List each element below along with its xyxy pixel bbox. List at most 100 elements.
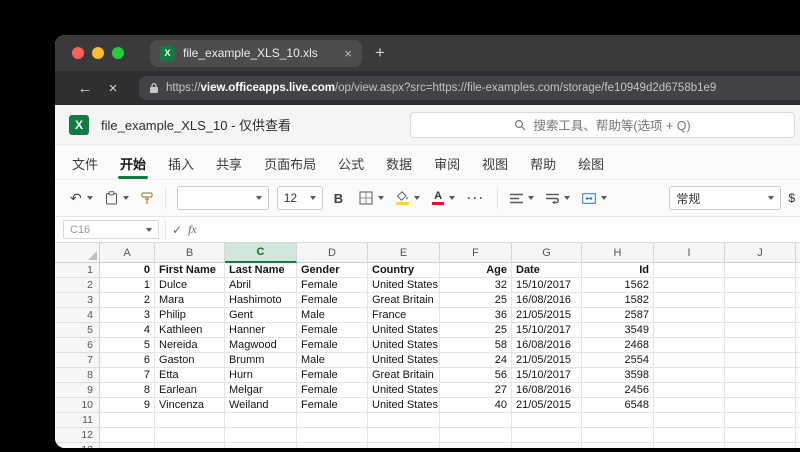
cell-B13[interactable] bbox=[155, 443, 225, 448]
row-header-5[interactable]: 5 bbox=[55, 323, 100, 338]
cell-A12[interactable] bbox=[100, 428, 155, 443]
cell-A5[interactable]: 4 bbox=[100, 323, 155, 338]
cell-G9[interactable]: 16/08/2016 bbox=[512, 383, 582, 398]
cell-I10[interactable] bbox=[654, 398, 725, 413]
cell-J5[interactable] bbox=[725, 323, 796, 338]
cell-E2[interactable]: United States bbox=[368, 278, 440, 293]
column-header-D[interactable]: D bbox=[297, 243, 368, 263]
cell-J10[interactable] bbox=[725, 398, 796, 413]
cell-A8[interactable]: 7 bbox=[100, 368, 155, 383]
cell-D4[interactable]: Male bbox=[297, 308, 368, 323]
cell-D2[interactable]: Female bbox=[297, 278, 368, 293]
cell-I4[interactable] bbox=[654, 308, 725, 323]
cell-D13[interactable] bbox=[297, 443, 368, 448]
cell-C1[interactable]: Last Name bbox=[225, 263, 297, 278]
cell-G3[interactable]: 16/08/2016 bbox=[512, 293, 582, 308]
url-bar[interactable]: https://view.officeapps.live.com/op/view… bbox=[139, 76, 800, 100]
cell-A2[interactable]: 1 bbox=[100, 278, 155, 293]
cell-I9[interactable] bbox=[654, 383, 725, 398]
cell-A13[interactable] bbox=[100, 443, 155, 448]
cell-E6[interactable]: United States bbox=[368, 338, 440, 353]
cell-H10[interactable]: 6548 bbox=[582, 398, 654, 413]
cell-E11[interactable] bbox=[368, 413, 440, 428]
cell-A1[interactable]: 0 bbox=[100, 263, 155, 278]
menu-tab-7[interactable]: 审阅 bbox=[423, 145, 471, 179]
row-header-7[interactable]: 7 bbox=[55, 353, 100, 368]
cell-I1[interactable] bbox=[654, 263, 725, 278]
tab-close-icon[interactable]: × bbox=[344, 46, 352, 61]
cell-H11[interactable] bbox=[582, 413, 654, 428]
cell-H8[interactable]: 3598 bbox=[582, 368, 654, 383]
cell-F7[interactable]: 24 bbox=[440, 353, 512, 368]
cell-E5[interactable]: United States bbox=[368, 323, 440, 338]
cell-F5[interactable]: 25 bbox=[440, 323, 512, 338]
cell-D1[interactable]: Gender bbox=[297, 263, 368, 278]
cell-F6[interactable]: 58 bbox=[440, 338, 512, 353]
cell-I5[interactable] bbox=[654, 323, 725, 338]
column-header-H[interactable]: H bbox=[582, 243, 654, 263]
wrap-text-button[interactable] bbox=[541, 189, 575, 208]
cell-J8[interactable] bbox=[725, 368, 796, 383]
row-header-4[interactable]: 4 bbox=[55, 308, 100, 323]
cell-H9[interactable]: 2456 bbox=[582, 383, 654, 398]
cell-F9[interactable]: 27 bbox=[440, 383, 512, 398]
row-header-13[interactable]: 13 bbox=[55, 443, 100, 448]
cell-D3[interactable]: Female bbox=[297, 293, 368, 308]
menu-tab-8[interactable]: 视图 bbox=[471, 145, 519, 179]
menu-tab-10[interactable]: 绘图 bbox=[567, 145, 615, 179]
cell-F3[interactable]: 25 bbox=[440, 293, 512, 308]
column-header-E[interactable]: E bbox=[368, 243, 440, 263]
cell-F4[interactable]: 36 bbox=[440, 308, 512, 323]
column-header-C[interactable]: C bbox=[225, 243, 297, 263]
cell-D9[interactable]: Female bbox=[297, 383, 368, 398]
cell-B3[interactable]: Mara bbox=[155, 293, 225, 308]
cell-B12[interactable] bbox=[155, 428, 225, 443]
font-name-select[interactable] bbox=[176, 186, 269, 210]
cell-C10[interactable]: Weiland bbox=[225, 398, 297, 413]
cell-F1[interactable]: Age bbox=[440, 263, 512, 278]
row-header-8[interactable]: 8 bbox=[55, 368, 100, 383]
cell-D12[interactable] bbox=[297, 428, 368, 443]
cell-H2[interactable]: 1562 bbox=[582, 278, 654, 293]
cell-A3[interactable]: 2 bbox=[100, 293, 155, 308]
cell-H12[interactable] bbox=[582, 428, 654, 443]
menu-tab-9[interactable]: 帮助 bbox=[519, 145, 567, 179]
cell-E1[interactable]: Country bbox=[368, 263, 440, 278]
cell-A11[interactable] bbox=[100, 413, 155, 428]
cell-J13[interactable] bbox=[725, 443, 796, 448]
cell-J7[interactable] bbox=[725, 353, 796, 368]
cell-D5[interactable]: Female bbox=[297, 323, 368, 338]
cell-J2[interactable] bbox=[725, 278, 796, 293]
cell-J12[interactable] bbox=[725, 428, 796, 443]
browser-tab[interactable]: X file_example_XLS_10.xls × bbox=[150, 39, 362, 67]
cell-B10[interactable]: Vincenza bbox=[155, 398, 225, 413]
row-header-12[interactable]: 12 bbox=[55, 428, 100, 443]
select-all-corner[interactable] bbox=[55, 243, 100, 263]
cell-B8[interactable]: Etta bbox=[155, 368, 225, 383]
cell-C4[interactable]: Gent bbox=[225, 308, 297, 323]
cell-D10[interactable]: Female bbox=[297, 398, 368, 413]
cell-J3[interactable] bbox=[725, 293, 796, 308]
cell-B9[interactable]: Earlean bbox=[155, 383, 225, 398]
row-header-1[interactable]: 1 bbox=[55, 263, 100, 278]
cell-D8[interactable]: Female bbox=[297, 368, 368, 383]
row-header-10[interactable]: 10 bbox=[55, 398, 100, 413]
cell-J6[interactable] bbox=[725, 338, 796, 353]
cell-A7[interactable]: 6 bbox=[100, 353, 155, 368]
cell-C8[interactable]: Hurn bbox=[225, 368, 297, 383]
cell-J9[interactable] bbox=[725, 383, 796, 398]
close-window-button[interactable] bbox=[72, 47, 84, 59]
cell-A6[interactable]: 5 bbox=[100, 338, 155, 353]
menu-tab-3[interactable]: 共享 bbox=[205, 145, 253, 179]
cell-H5[interactable]: 3549 bbox=[582, 323, 654, 338]
cell-I8[interactable] bbox=[654, 368, 725, 383]
back-button[interactable]: ← bbox=[71, 80, 99, 97]
cell-C6[interactable]: Magwood bbox=[225, 338, 297, 353]
cell-E10[interactable]: United States bbox=[368, 398, 440, 413]
cell-F2[interactable]: 32 bbox=[440, 278, 512, 293]
cell-G4[interactable]: 21/05/2015 bbox=[512, 308, 582, 323]
cell-C7[interactable]: Brumm bbox=[225, 353, 297, 368]
cell-A10[interactable]: 9 bbox=[100, 398, 155, 413]
column-header-G[interactable]: G bbox=[512, 243, 582, 263]
cell-A4[interactable]: 3 bbox=[100, 308, 155, 323]
